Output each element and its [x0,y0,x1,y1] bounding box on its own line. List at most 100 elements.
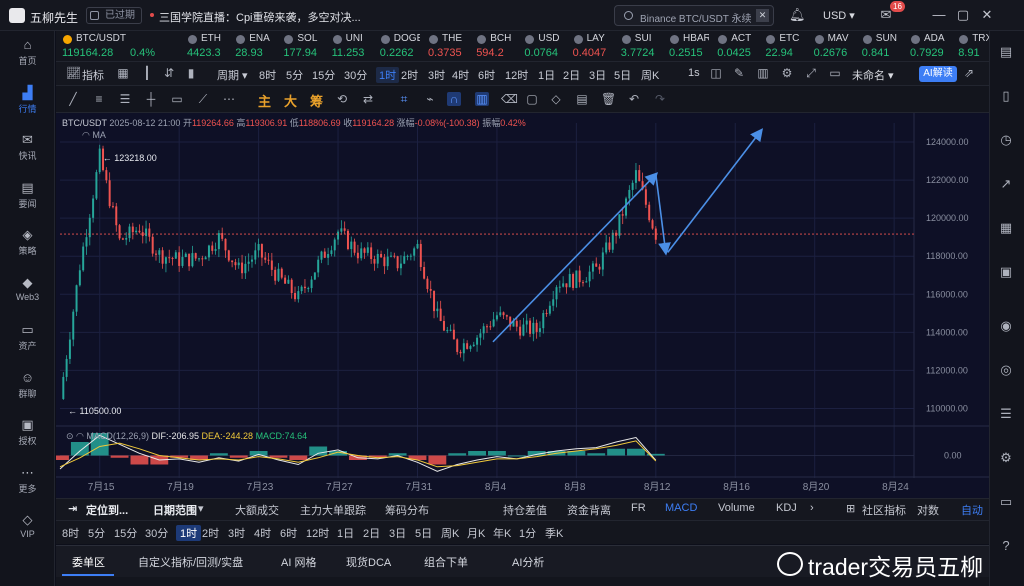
pencil-icon[interactable]: ✎ [733,66,745,80]
delete-icon[interactable]: 🗑︎ [601,92,616,106]
interval-13[interactable]: 5日 [614,67,631,83]
log-scale-toggle[interactable]: 对数 [917,502,939,518]
list-icon[interactable]: ☰ [998,406,1014,422]
settings-icon[interactable]: ⚙ [781,66,793,80]
layout-name[interactable]: 未命名 ▾ [852,67,894,83]
trend-icon[interactable]: ↗ [998,176,1014,192]
bottom-interval-1[interactable]: 5分 [88,525,105,541]
expand-icon[interactable]: ⤢ [805,66,817,80]
ticker-item[interactable]: ADA 0.7929 [910,31,950,61]
ruler-icon[interactable]: ⌁ [423,92,437,106]
trade-tab-2[interactable]: AI 网格 [281,554,316,570]
nav-item-5[interactable]: ◆ Web3 [0,275,55,302]
interval-1[interactable]: 5分 [286,67,303,83]
calendar-icon[interactable]: ▦ [117,66,129,80]
indicator-tab-1[interactable]: 主力大单跟踪 [300,502,366,518]
bottom-interval-11[interactable]: 2日 [363,525,380,541]
bell-icon[interactable]: ◠ [82,130,90,140]
interval-7[interactable]: 4时 [452,67,469,83]
bottom-interval-0[interactable]: 8时 [62,525,79,541]
bottom-interval-12[interactable]: 3日 [389,525,406,541]
more-tools-icon[interactable]: ⋯ [222,92,236,106]
locate-icon[interactable]: ⇥ [68,502,77,515]
search-input[interactable]: Binance BTC/USDT 永续 [640,10,752,25]
bottom-interval-5[interactable]: 2时 [202,525,219,541]
bottom-interval-10[interactable]: 1日 [337,525,354,541]
indicator-icon[interactable]: 📈︎ [66,66,81,80]
nav-item-6[interactable]: ▭ 资产 [0,322,55,352]
magnet-icon[interactable]: ∩ [447,92,461,106]
indicator-tab-7[interactable]: Volume [718,502,755,514]
fib-tool-icon[interactable]: ☰ [118,92,132,106]
bottom-interval-17[interactable]: 1分 [519,525,536,541]
help-icon[interactable]: ? [998,538,1014,554]
bottom-interval-4[interactable]: 1时 [176,525,202,541]
interval-6[interactable]: 3时 [428,67,445,83]
ticker-item[interactable]: ACT 0.0425 [717,31,757,61]
bar-chart-icon[interactable]: ▮ [185,66,197,80]
ticker-item[interactable]: ETH 4423.3 [187,31,227,61]
nav-item-4[interactable]: ◈ 策略 [0,227,55,257]
nav-item-2[interactable]: ✉ 快讯 [0,132,55,162]
nav-item-9[interactable]: ⋯ 更多 [0,465,55,495]
ticker-item[interactable]: SOL 177.94 [283,31,323,61]
ticker-item[interactable]: ENA 28.93 [235,31,275,61]
ticker-item[interactable]: SUI 3.7724 [621,31,661,61]
interval-4[interactable]: 1时 [376,67,400,83]
maximize-icon[interactable]: ▢ [956,8,970,22]
settings-icon[interactable]: ⚙ [998,450,1014,466]
close-icon[interactable]: ✕ [756,9,769,22]
refresh-icon[interactable]: ⟲ [335,92,349,106]
calendar-icon[interactable]: ▣ [998,264,1014,280]
line-tool-icon[interactable]: ╱ [66,92,80,106]
candle-icon[interactable]: ┃ [141,66,153,80]
clock-icon[interactable]: ◷ [998,132,1014,148]
visibility-icon[interactable]: ◇ [549,92,563,106]
currency-select[interactable]: USD ▾ [823,9,855,22]
search-box[interactable]: Binance BTC/USDT 永续 ✕ [614,5,774,26]
bell-icon[interactable]: 🔔︎ [789,8,806,22]
interval-9[interactable]: 12时 [505,67,528,83]
ticker-item[interactable]: USD 0.0764 [524,31,564,61]
ticker-item[interactable]: HBAR 0.2515 [669,31,709,61]
main-force-label[interactable]: 主 [258,91,271,110]
period-button[interactable]: 周期 ▾ [217,67,248,83]
indicator-tab-3[interactable]: 持仓差值 [503,502,547,518]
interval-8[interactable]: 6时 [478,67,495,83]
target-icon[interactable]: ◎ [998,362,1014,378]
ticker-item[interactable]: MAV 0.2676 [814,31,854,61]
bottom-interval-14[interactable]: 周K [441,525,459,541]
date-range-chevron-icon[interactable]: ▾ [198,502,204,515]
bottom-interval-7[interactable]: 4时 [254,525,271,541]
ticker-item[interactable]: SUN 0.841 [862,31,902,61]
indicator-tab-6[interactable]: MACD [665,502,697,514]
sync-icon[interactable]: ⇄ [361,92,375,106]
redo-icon[interactable]: ↷ [653,92,667,106]
interval-12[interactable]: 3日 [589,67,606,83]
bottom-interval-15[interactable]: 月K [467,525,485,541]
indicator-tab-4[interactable]: 资金背离 [567,502,611,518]
ticker-item[interactable]: LAY 0.4047 [573,31,613,61]
interval-5[interactable]: 2时 [401,67,418,83]
layers-icon[interactable]: ▥ [757,66,769,80]
locate-button[interactable]: 定位到... [86,502,128,518]
layers-stack-icon[interactable]: ▤ [575,92,589,106]
ticker-item[interactable]: BTC/USDT 119164.28 0.4% [62,31,180,61]
bottom-interval-6[interactable]: 3时 [228,525,245,541]
nav-item-1[interactable]: ▟ 行情 [0,85,55,115]
nav-item-8[interactable]: ▣ 授权 [0,417,55,447]
auto-scale-toggle[interactable]: 自动 [961,502,983,518]
share-icon[interactable]: ⇗ [963,66,975,80]
news-ticker[interactable]: 三国学院直播：Cpi重磅来袭，多空对决... [159,9,361,25]
community-indicator-button[interactable]: 社区指标 [862,502,906,518]
chip-label[interactable]: 筹 [310,91,323,110]
lock-icon[interactable]: ▢ [525,92,539,106]
trade-tab-5[interactable]: AI分析 [512,554,544,570]
collapse-icon[interactable]: ⊙ ◠ [66,431,84,441]
ticker-item[interactable]: ETC 22.94 [765,31,805,61]
interval-3[interactable]: 30分 [344,67,367,83]
nav-item-7[interactable]: ☺ 群聊 [0,370,55,400]
screen-icon[interactable]: ▭ [829,66,841,80]
bottom-interval-8[interactable]: 6时 [280,525,297,541]
nav-item-0[interactable]: ⌂ 首页 [0,37,55,67]
